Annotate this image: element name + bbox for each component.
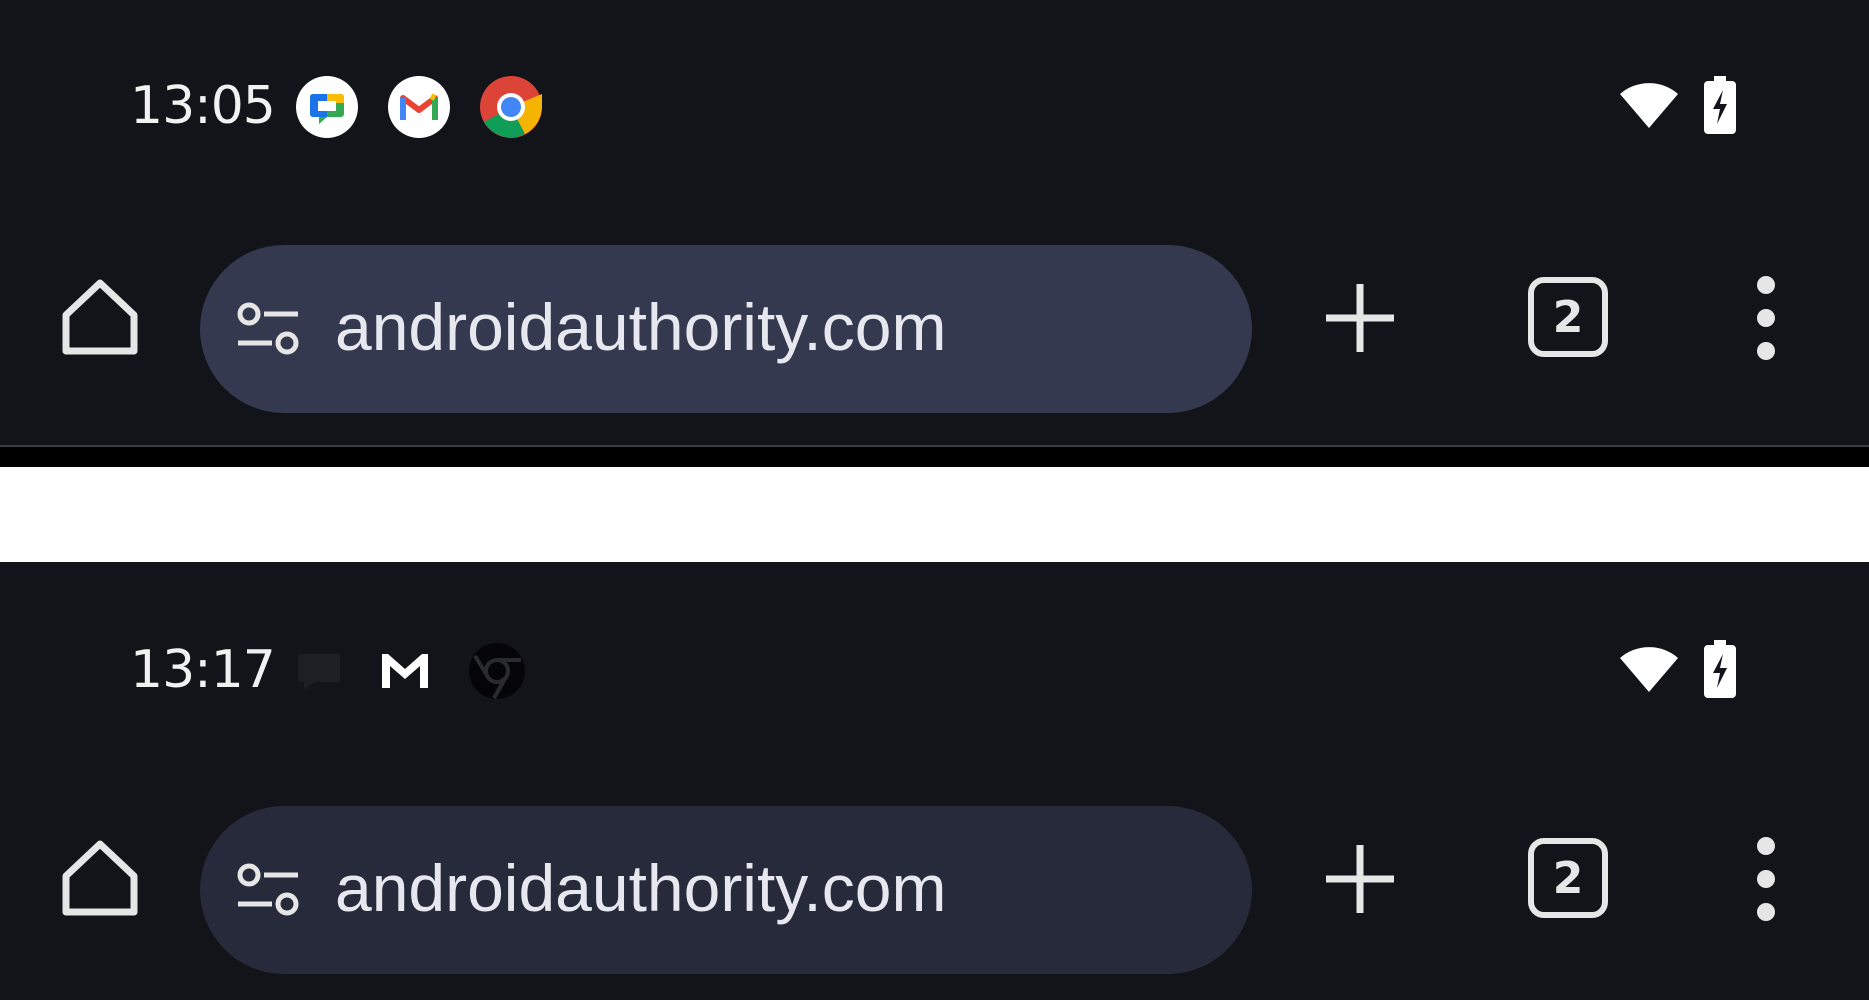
tab-switcher-button[interactable]: 2	[1528, 838, 1608, 918]
address-bar[interactable]: androidauthority.com	[200, 806, 1252, 974]
status-time: 13:17	[130, 640, 276, 700]
home-button[interactable]	[58, 275, 142, 359]
browser-toolbar: androidauthority.com 2	[0, 786, 1869, 974]
google-chat-icon	[296, 76, 358, 138]
url-text: androidauthority.com	[335, 290, 947, 364]
status-time: 13:05	[130, 76, 276, 136]
chrome-icon	[480, 76, 542, 138]
browser-toolbar: androidauthority.com 2	[0, 225, 1869, 413]
wifi-icon	[1620, 647, 1678, 692]
home-button[interactable]	[58, 836, 142, 920]
status-bar: 13:05	[0, 60, 1869, 150]
gmail-icon	[388, 76, 450, 138]
new-tab-button[interactable]	[1322, 280, 1398, 356]
battery-charging-icon	[1704, 76, 1736, 134]
new-tab-button[interactable]	[1322, 841, 1398, 917]
browser-screen-bottom: 13:17 androidauthority.com 2	[0, 562, 1869, 1000]
more-options-icon[interactable]	[1752, 275, 1780, 361]
more-options-icon[interactable]	[1752, 836, 1780, 922]
divider	[0, 445, 1869, 467]
battery-charging-icon	[1704, 640, 1736, 698]
google-chat-icon	[288, 640, 350, 702]
site-settings-icon[interactable]	[236, 301, 300, 357]
chrome-icon	[466, 640, 528, 702]
gmail-icon	[374, 640, 436, 702]
browser-screen-top: 13:05 androidauthority.com 2	[0, 0, 1869, 467]
address-bar[interactable]: androidauthority.com	[200, 245, 1252, 413]
wifi-icon	[1620, 83, 1678, 128]
url-text: androidauthority.com	[335, 851, 947, 925]
tab-switcher-button[interactable]: 2	[1528, 277, 1608, 357]
status-bar: 13:17	[0, 624, 1869, 714]
site-settings-icon[interactable]	[236, 862, 300, 918]
